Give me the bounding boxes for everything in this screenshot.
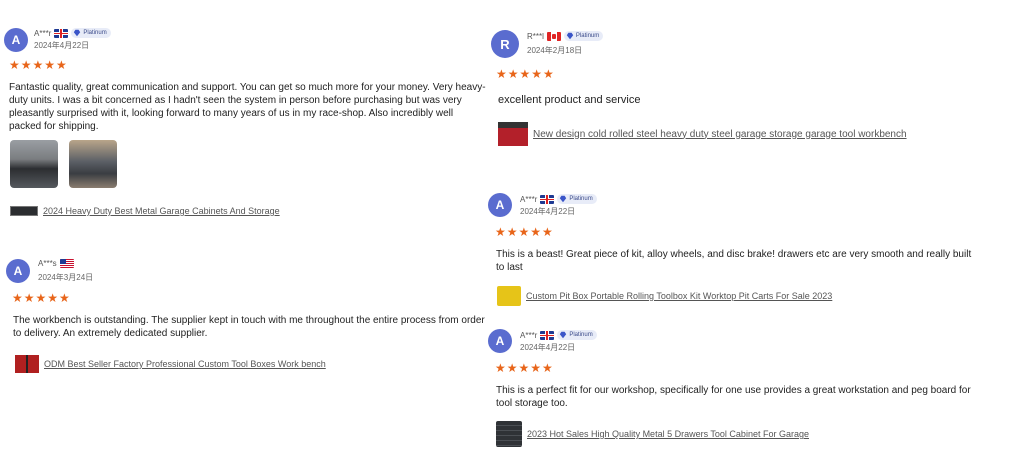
- star-rating: ★★★★★: [9, 58, 68, 72]
- platinum-badge: Platinum: [557, 330, 597, 340]
- uk-flag-icon: [540, 194, 555, 204]
- star-rating: ★★★★★: [495, 361, 554, 375]
- review-text: The workbench is outstanding. The suppli…: [13, 315, 485, 339]
- review-text: excellent product and service: [498, 94, 641, 106]
- review-text: Fantastic quality, great communication a…: [9, 82, 486, 132]
- review-date: 2024年4月22日: [34, 41, 90, 50]
- star-rating: ★★★★★: [12, 291, 71, 305]
- diamond-icon: [560, 331, 567, 339]
- product-title[interactable]: ODM Best Seller Factory Professional Cus…: [44, 359, 326, 369]
- reviewer-info: A***r Platinum: [34, 28, 111, 38]
- product-title[interactable]: 2023 Hot Sales High Quality Metal 5 Draw…: [527, 429, 809, 439]
- product-title[interactable]: 2024 Heavy Duty Best Metal Garage Cabine…: [43, 206, 280, 216]
- reviewer-info: A***r Platinum: [520, 330, 597, 340]
- review-date: 2024年3月24日: [38, 273, 94, 282]
- review-photo[interactable]: [10, 140, 58, 188]
- review-date: 2024年2月18日: [527, 46, 583, 55]
- platinum-badge: Platinum: [71, 28, 111, 38]
- us-flag-icon: [59, 259, 74, 268]
- uk-flag-icon: [54, 28, 69, 38]
- product-title[interactable]: New design cold rolled steel heavy duty …: [533, 129, 907, 140]
- product-link[interactable]: 2024 Heavy Duty Best Metal Garage Cabine…: [10, 206, 280, 216]
- avatar: A: [6, 259, 30, 283]
- product-thumbnail: [10, 206, 38, 216]
- avatar: R: [491, 30, 519, 58]
- product-thumbnail: [496, 421, 522, 447]
- product-thumbnail: [15, 355, 39, 373]
- reviewer-name: A***r: [520, 330, 538, 340]
- product-link[interactable]: 2023 Hot Sales High Quality Metal 5 Draw…: [496, 421, 809, 447]
- product-title[interactable]: Custom Pit Box Portable Rolling Toolbox …: [526, 291, 832, 301]
- product-link[interactable]: ODM Best Seller Factory Professional Cus…: [15, 355, 326, 373]
- diamond-icon: [566, 32, 574, 40]
- review-text: This is a perfect fit for our workshop, …: [496, 385, 971, 409]
- reviewer-name: R***l: [527, 31, 544, 41]
- product-link[interactable]: Custom Pit Box Portable Rolling Toolbox …: [497, 286, 832, 306]
- platinum-badge: Platinum: [557, 194, 597, 204]
- avatar: A: [4, 28, 28, 52]
- avatar: A: [488, 329, 512, 353]
- reviewer-name: A***r: [520, 194, 538, 204]
- review-date: 2024年4月22日: [520, 343, 576, 352]
- review-date: 2024年4月22日: [520, 207, 576, 216]
- review-photo[interactable]: [69, 140, 117, 188]
- reviewer-info: A***s: [38, 259, 74, 268]
- diamond-icon: [560, 195, 567, 203]
- reviewer-info: R***l Platinum: [527, 31, 604, 41]
- canada-flag-icon: [546, 31, 561, 41]
- reviewer-name: A***r: [34, 28, 52, 38]
- product-link[interactable]: New design cold rolled steel heavy duty …: [498, 122, 907, 146]
- reviewer-name: A***s: [38, 259, 57, 268]
- platinum-badge: Platinum: [563, 31, 604, 41]
- avatar: A: [488, 193, 512, 217]
- product-thumbnail: [498, 122, 528, 146]
- star-rating: ★★★★★: [495, 225, 554, 239]
- diamond-icon: [74, 29, 81, 37]
- product-thumbnail: [497, 286, 521, 306]
- review-text: This is a beast! Great piece of kit, all…: [496, 249, 972, 273]
- star-rating: ★★★★★: [496, 67, 555, 81]
- reviewer-info: A***r Platinum: [520, 194, 597, 204]
- uk-flag-icon: [540, 330, 555, 340]
